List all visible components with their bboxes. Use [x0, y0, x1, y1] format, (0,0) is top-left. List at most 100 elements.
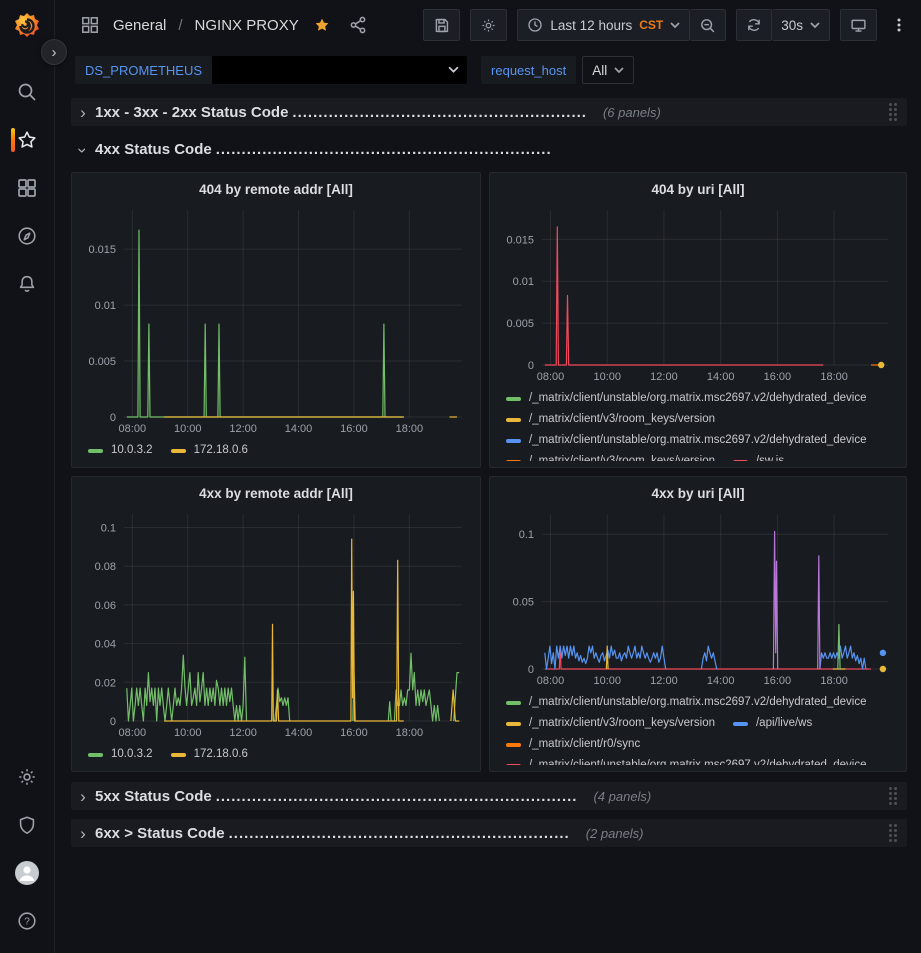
grafana-logo[interactable] — [12, 11, 42, 44]
time-range-picker[interactable]: Last 12 hours CST — [517, 9, 690, 41]
variable-datasource-label[interactable]: DS_PROMETHEUS — [75, 56, 212, 84]
legend-item[interactable]: /_matrix/client/unstable/org.matrix.msc2… — [506, 755, 867, 765]
more-options-button[interactable] — [887, 13, 911, 37]
panel-chart[interactable]: 00.0050.010.01508:0010:0012:0014:0016:00… — [80, 202, 472, 437]
panel-title[interactable]: 404 by uri [All] — [498, 176, 898, 202]
row-panel-count: (4 panels) — [593, 789, 651, 804]
row-1xx-3xx-2xx[interactable]: › 1xx - 3xx - 2xx Status Code ..........… — [71, 98, 907, 126]
panel-chart[interactable]: 00.020.040.060.080.108:0010:0012:0014:00… — [80, 506, 472, 741]
legend-item[interactable]: /_matrix/client/v3/room_keys/version — [506, 409, 715, 430]
row-drag-handle[interactable] — [887, 822, 899, 844]
row-chevron-icon: › — [75, 825, 91, 842]
panel-chart[interactable]: 00.050.108:0010:0012:0014:0016:0018:00 — [498, 506, 898, 689]
series-line — [838, 625, 840, 670]
legend-swatch — [506, 764, 521, 766]
legend-item[interactable]: 172.18.0.6 — [171, 440, 248, 461]
sidebar-item-explore[interactable] — [0, 212, 54, 260]
series-line — [127, 655, 247, 721]
panel-p404-remote: 404 by remote addr [All]00.0050.010.0150… — [71, 172, 481, 468]
row-5xx[interactable]: › 5xx Status Code ......................… — [71, 782, 907, 810]
legend-swatch — [506, 743, 521, 747]
legend-label: 172.18.0.6 — [194, 744, 248, 765]
row-6xx[interactable]: › 6xx > Status Code ....................… — [71, 819, 907, 847]
time-range-label: Last 12 hours — [550, 18, 632, 33]
x-tick-label: 08:00 — [119, 727, 147, 739]
zoom-out-icon — [699, 17, 716, 34]
y-tick-label: 0.005 — [88, 356, 116, 368]
share-button[interactable] — [345, 12, 371, 38]
series-line — [388, 702, 391, 721]
dashboard-variables-bar: DS_PROMETHEUS request_host All — [55, 50, 921, 90]
refresh-button[interactable] — [736, 9, 772, 41]
y-tick-label: 0.1 — [519, 529, 534, 541]
breadcrumb: General / NGINX PROXY — [113, 17, 299, 34]
zoom-out-time-button[interactable] — [690, 9, 726, 41]
row-panel-count: (2 panels) — [586, 826, 644, 841]
legend-item[interactable]: /_matrix/client/unstable/org.matrix.msc2… — [506, 388, 867, 409]
variable-request-host-value[interactable]: All — [582, 56, 634, 84]
panel-p4xx-uri: 4xx by uri [All]00.050.108:0010:0012:001… — [489, 476, 907, 772]
legend-item[interactable]: /_matrix/client/unstable/org.matrix.msc2… — [506, 430, 867, 451]
breadcrumb-section[interactable]: General — [113, 17, 166, 34]
legend-item[interactable]: /api/live/ws — [733, 713, 812, 734]
x-tick-label: 10:00 — [174, 727, 202, 739]
row-chevron-icon: › — [75, 142, 92, 158]
x-tick-label: 18:00 — [820, 675, 848, 687]
sidebar-item-help[interactable]: ? — [0, 897, 54, 945]
variable-datasource-value[interactable] — [212, 56, 467, 84]
sidebar-item-alerting[interactable] — [0, 260, 54, 308]
legend-item[interactable]: /_matrix/client/v3/room_keys/version — [506, 713, 715, 734]
dashboard-settings-button[interactable] — [470, 9, 507, 41]
x-tick-label: 12:00 — [229, 423, 257, 435]
breadcrumb-title[interactable]: NGINX PROXY — [195, 17, 299, 34]
panel-p4xx-remote: 4xx by remote addr [All]00.020.040.060.0… — [71, 476, 481, 772]
sidebar-item-dashboards[interactable] — [0, 164, 54, 212]
sidebar-item-configuration[interactable] — [0, 753, 54, 801]
sidebar-item-starred[interactable] — [0, 116, 54, 164]
panel-title[interactable]: 4xx by remote addr [All] — [80, 480, 472, 506]
dashboard-body: › 1xx - 3xx - 2xx Status Code ..........… — [55, 90, 921, 953]
x-tick-label: 12:00 — [650, 371, 678, 383]
y-tick-label: 0.01 — [95, 300, 116, 312]
legend-item[interactable]: 172.18.0.6 — [171, 744, 248, 765]
row-drag-handle[interactable] — [887, 785, 899, 807]
tv-mode-button[interactable] — [840, 9, 877, 41]
x-tick-label: 14:00 — [285, 727, 313, 739]
sidebar-expand-button[interactable]: › — [41, 39, 67, 65]
refresh-interval-label: 30s — [781, 18, 803, 33]
timezone-label: CST — [639, 18, 663, 32]
save-dashboard-button[interactable] — [423, 9, 460, 41]
panel-title[interactable]: 4xx by uri [All] — [498, 480, 898, 506]
shield-icon — [16, 814, 38, 836]
legend-item[interactable]: 10.0.3.2 — [88, 440, 153, 461]
panel-p404-uri: 404 by uri [All]00.0050.010.01508:0010:0… — [489, 172, 907, 468]
favorite-star-button[interactable] — [309, 12, 335, 38]
refresh-interval-picker[interactable]: 30s — [772, 9, 830, 41]
compass-icon — [16, 225, 38, 247]
row-title: 1xx - 3xx - 2xx Status Code — [95, 104, 288, 121]
legend-swatch — [733, 460, 748, 462]
panel-legend: 10.0.3.2 172.18.0.6 — [80, 437, 472, 461]
legend-item[interactable]: /_matrix/client/unstable/org.matrix.msc2… — [506, 692, 867, 713]
panel-chart[interactable]: 00.0050.010.01508:0010:0012:0014:0016:00… — [498, 202, 898, 385]
legend-label: /sw.js — [756, 451, 784, 461]
panel-title[interactable]: 404 by remote addr [All] — [80, 176, 472, 202]
row-drag-handle[interactable] — [887, 101, 899, 123]
legend-item[interactable]: /sw.js — [733, 451, 784, 461]
clock-icon — [527, 17, 543, 33]
x-tick-label: 12:00 — [229, 727, 257, 739]
legend-swatch — [88, 753, 103, 757]
sidebar-item-server-admin[interactable] — [0, 801, 54, 849]
save-icon — [433, 17, 450, 34]
legend-item[interactable]: /_matrix/client/r0/sync — [506, 734, 640, 755]
legend-label: /api/live/ws — [756, 713, 812, 734]
sidebar-item-profile[interactable] — [0, 849, 54, 897]
sidebar-item-search[interactable] — [0, 68, 54, 116]
y-tick-label: 0.01 — [513, 276, 534, 288]
topbar: General / NGINX PROXY — [55, 0, 921, 50]
gear-icon — [480, 17, 497, 34]
variable-request-host-label[interactable]: request_host — [481, 56, 576, 84]
row-4xx[interactable]: › 4xx Status Code ......................… — [71, 135, 907, 163]
legend-item[interactable]: 10.0.3.2 — [88, 744, 153, 765]
legend-item[interactable]: /_matrix/client/v3/room_keys/version — [506, 451, 715, 461]
